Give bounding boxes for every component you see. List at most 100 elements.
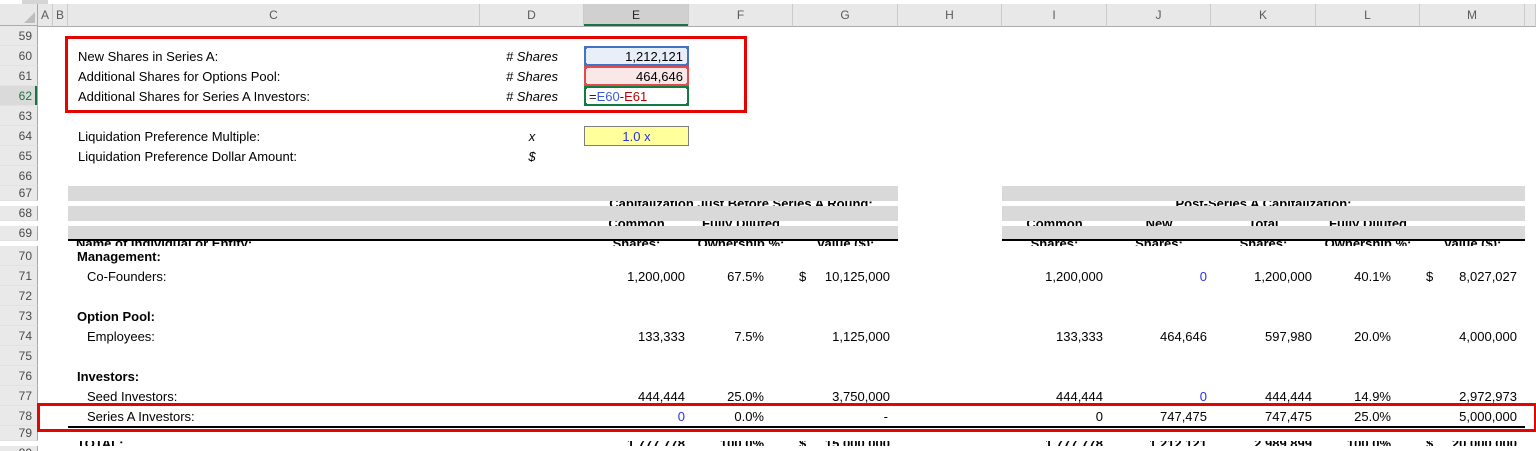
cell-liq-dollar-unit[interactable]: $ [480,146,584,166]
seed-post-value[interactable]: 2,972,973 [1420,386,1525,406]
pre-value-header[interactable]: Value ($): [793,241,898,246]
column-header-l[interactable]: L [1316,4,1420,27]
post-fully-diluted-header[interactable]: Fully Diluted [1316,221,1420,226]
group-investors[interactable]: Investors: [68,366,480,386]
row-header-76[interactable]: 76 [0,366,38,386]
series-a-pre-shares[interactable]: 0 [584,406,689,426]
series-a-post-value[interactable]: 5,000,000 [1420,406,1525,426]
row-header-66[interactable]: 66 [0,166,38,186]
cell-liq-multiple-label[interactable]: Liquidation Preference Multiple: [68,126,480,146]
employees-post-new[interactable]: 464,646 [1107,326,1211,346]
cofounders-post-pct[interactable]: 40.1% [1316,266,1420,286]
cofounders-post-new[interactable]: 0 [1107,266,1211,286]
post-ownership-header[interactable]: Ownership %: [1316,241,1420,246]
cofounders-pre-pct[interactable]: 67.5% [689,266,793,286]
post-new-shares-header[interactable]: Shares: [1107,241,1211,246]
row-header-68[interactable]: 68 [0,206,38,221]
row-header-71[interactable]: 71 [0,266,38,286]
cell-new-shares-label[interactable]: New Shares in Series A: [68,46,480,66]
total-post-common[interactable]: 1,777,778 [1002,441,1107,446]
post-value-header[interactable]: Value ($): [1420,241,1525,246]
cell-new-shares-unit[interactable]: # Shares [480,46,584,66]
employees-name[interactable]: Employees: [68,326,480,346]
total-pre-value[interactable]: $15,000,000 [793,441,898,446]
cell-series-a-shares-label[interactable]: Additional Shares for Series A Investors… [68,86,480,106]
series-a-post-common[interactable]: 0 [1002,406,1107,426]
employees-pre-shares[interactable]: 133,333 [584,326,689,346]
seed-post-total[interactable]: 444,444 [1211,386,1316,406]
cofounders-pre-shares[interactable]: 1,200,000 [584,266,689,286]
column-header-g[interactable]: G [793,4,898,27]
total-label[interactable]: TOTAL: [68,441,480,446]
row-header-60[interactable]: 60 [0,46,38,66]
seed-pre-pct[interactable]: 25.0% [689,386,793,406]
post-common-header[interactable]: Common [1002,221,1107,226]
employees-post-pct[interactable]: 20.0% [1316,326,1420,346]
cofounders-post-common[interactable]: 1,200,000 [1002,266,1107,286]
group-option-pool[interactable]: Option Pool: [68,306,480,326]
row-header-63[interactable]: 63 [0,106,38,126]
cell-series-a-shares-unit[interactable]: # Shares [480,86,584,106]
cell-options-pool-label[interactable]: Additional Shares for Options Pool: [68,66,480,86]
row-header-69[interactable]: 69 [0,226,38,241]
row-header-59[interactable]: 59 [0,26,38,46]
cell-options-pool-unit[interactable]: # Shares [480,66,584,86]
seed-post-common[interactable]: 444,444 [1002,386,1107,406]
seed-name[interactable]: Seed Investors: [68,386,480,406]
series-a-post-total[interactable]: 747,475 [1211,406,1316,426]
row-header-67[interactable]: 67 [0,186,38,201]
seed-post-new[interactable]: 0 [1107,386,1211,406]
series-a-pre-pct[interactable]: 0.0% [689,406,793,426]
column-header-c[interactable]: C [68,4,480,27]
cell-liq-dollar-label[interactable]: Liquidation Preference Dollar Amount: [68,146,480,166]
post-round-title[interactable]: Post-Series A Capitalization: [1002,201,1525,206]
column-header-e-active[interactable]: E [584,4,689,27]
cell-options-pool-input[interactable]: 464,646 [584,66,689,86]
column-header-d[interactable]: D [480,4,584,27]
pre-fully-diluted-header[interactable]: Fully Diluted [689,221,793,226]
employees-post-common[interactable]: 133,333 [1002,326,1107,346]
column-header-j[interactable]: J [1107,4,1211,27]
column-header-m[interactable]: M [1420,4,1525,27]
row-header-61[interactable]: 61 [0,66,38,86]
total-pre-pct[interactable]: 100.0% [689,441,793,446]
column-header-h[interactable]: H [898,4,1002,27]
total-pre-shares[interactable]: 1,777,778 [584,441,689,446]
row-header-72[interactable]: 72 [0,286,38,306]
employees-pre-value[interactable]: 1,125,000 [793,326,898,346]
row-header-79[interactable]: 79 [0,426,38,441]
row-header-70[interactable]: 70 [0,246,38,266]
row-header-65[interactable]: 65 [0,146,38,166]
row-header-75[interactable]: 75 [0,346,38,366]
row-header-80[interactable]: 80 [0,446,38,451]
cofounders-post-value[interactable]: $8,027,027 [1420,266,1525,286]
column-header-f[interactable]: F [689,4,793,27]
employees-pre-pct[interactable]: 7.5% [689,326,793,346]
row-header-78[interactable]: 78 [0,406,38,426]
seed-pre-shares[interactable]: 444,444 [584,386,689,406]
cell-liq-multiple-input[interactable]: 1.0 x [584,126,689,146]
total-post-value[interactable]: $20,000,000 [1420,441,1525,446]
cell-new-shares-input[interactable]: 1,212,121 [584,46,689,66]
post-total-shares-header[interactable]: Shares: [1211,241,1316,246]
seed-pre-value[interactable]: 3,750,000 [793,386,898,406]
seed-post-pct[interactable]: 14.9% [1316,386,1420,406]
pre-ownership-header[interactable]: Ownership %: [689,241,793,246]
employees-post-value[interactable]: 4,000,000 [1420,326,1525,346]
row-header-74[interactable]: 74 [0,326,38,346]
post-total-header[interactable]: Total [1211,221,1316,226]
post-new-header[interactable]: New [1107,221,1211,226]
column-header-i[interactable]: I [1002,4,1107,27]
series-a-name[interactable]: Series A Investors: [68,406,480,426]
row-header-62-active[interactable]: 62 [0,86,38,106]
column-header-a[interactable]: A [38,4,53,27]
employees-post-total[interactable]: 597,980 [1211,326,1316,346]
series-a-pre-value[interactable]: - [793,406,898,426]
cofounders-post-total[interactable]: 1,200,000 [1211,266,1316,286]
pre-shares-header[interactable]: Shares: [584,241,689,246]
row-header-73[interactable]: 73 [0,306,38,326]
cell-formula-edit[interactable]: = E60- E61 [584,86,689,106]
select-all-corner[interactable] [0,4,38,26]
series-a-post-pct[interactable]: 25.0% [1316,406,1420,426]
row-header-64[interactable]: 64 [0,126,38,146]
